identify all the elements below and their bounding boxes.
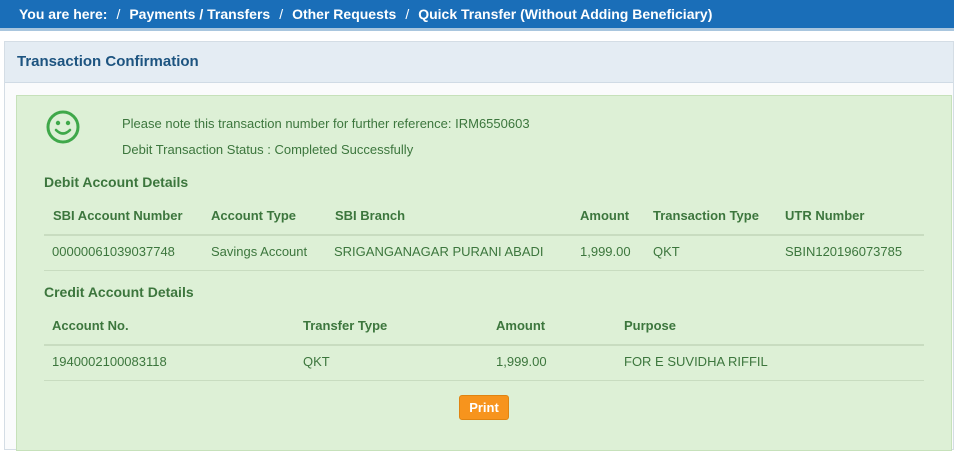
table-cell: 1940002100083118 xyxy=(52,354,167,369)
column-header: Transfer Type xyxy=(303,318,388,333)
column-header: Purpose xyxy=(624,318,677,333)
table-cell: FOR E SUVIDHA RIFFIL xyxy=(624,354,768,369)
column-header: SBI Branch xyxy=(335,208,406,223)
smiley-icon xyxy=(46,110,80,144)
table-cell: 00000061039037748 xyxy=(52,244,175,259)
print-button[interactable]: Print xyxy=(459,395,509,420)
column-header: Account No. xyxy=(52,318,129,333)
success-box: Please note this transaction number for … xyxy=(16,95,952,451)
table-cell: SRIGANGANAGAR PURANI ABADI xyxy=(334,244,544,259)
credit-table-header: Account No. Transfer Type Amount Purpose xyxy=(44,308,924,346)
column-header: Amount xyxy=(580,208,630,223)
breadcrumb-separator: / xyxy=(279,6,284,22)
panel-title: Transaction Confirmation xyxy=(5,42,953,83)
credit-section-title: Credit Account Details xyxy=(44,284,194,300)
table-row: 1940002100083118 QKT 1,999.00 FOR E SUVI… xyxy=(44,344,924,381)
status-note: Debit Transaction Status : Completed Suc… xyxy=(122,142,414,157)
column-header: Amount xyxy=(496,318,546,333)
reference-note: Please note this transaction number for … xyxy=(122,116,530,131)
breadcrumb-item-other-requests[interactable]: Other Requests xyxy=(292,6,396,22)
table-cell: 1,999.00 xyxy=(496,354,547,369)
column-header: Account Type xyxy=(211,208,296,223)
column-header: UTR Number xyxy=(785,208,865,223)
breadcrumb-separator: / xyxy=(116,6,121,22)
column-header: SBI Account Number xyxy=(53,208,183,223)
table-cell: QKT xyxy=(303,354,330,369)
column-header: Transaction Type xyxy=(653,208,759,223)
table-row: 00000061039037748 Savings Account SRIGAN… xyxy=(44,234,924,271)
breadcrumb-separator: / xyxy=(405,6,410,22)
debit-section-title: Debit Account Details xyxy=(44,174,189,190)
debit-table-header: SBI Account Number Account Type SBI Bran… xyxy=(44,198,924,236)
table-cell: SBIN120196073785 xyxy=(785,244,903,259)
breadcrumb-item-quick-transfer: Quick Transfer (Without Adding Beneficia… xyxy=(418,6,713,22)
breadcrumb-item-payments-transfers[interactable]: Payments / Transfers xyxy=(129,6,270,22)
table-cell: QKT xyxy=(653,244,680,259)
breadcrumb: You are here: / Payments / Transfers / O… xyxy=(0,0,954,31)
table-cell: Savings Account xyxy=(211,244,308,259)
table-cell: 1,999.00 xyxy=(580,244,631,259)
breadcrumb-prefix: You are here: xyxy=(19,6,108,22)
